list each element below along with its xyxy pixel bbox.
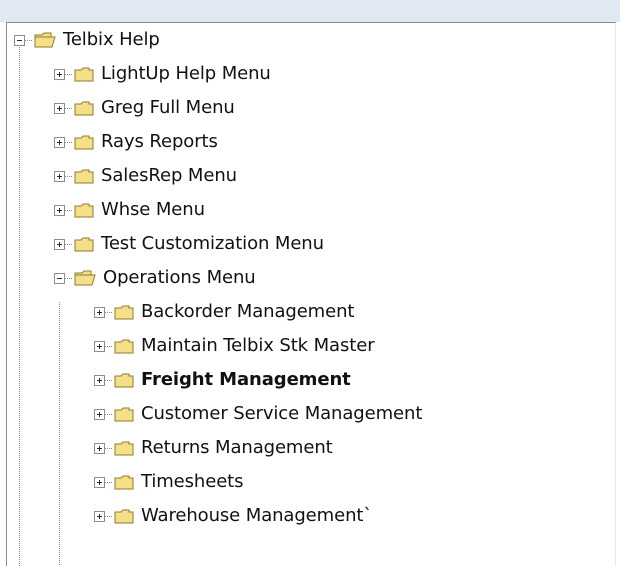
tree-node-label: Whse Menu (101, 199, 205, 220)
tree-node-greg-full-menu[interactable]: Greg Full Menu (54, 91, 235, 125)
tree-node-whse-menu[interactable]: Whse Menu (54, 193, 205, 227)
folder-icon (114, 441, 134, 456)
tree-node-freight-management[interactable]: Freight Management (94, 363, 351, 397)
tree-connector (105, 515, 113, 517)
expand-toggle-icon[interactable] (94, 340, 105, 352)
tree-connector (65, 243, 73, 245)
folder-icon (114, 475, 134, 490)
tree-node-rays-reports[interactable]: Rays Reports (54, 125, 218, 159)
expand-toggle-icon[interactable] (94, 306, 105, 318)
window-frame-top (0, 0, 620, 22)
expand-toggle-icon[interactable] (94, 510, 105, 522)
tree-connector (105, 345, 113, 347)
tree-connector (65, 209, 73, 211)
tree-guide-line-operations (59, 302, 60, 566)
expand-toggle-icon[interactable] (54, 136, 65, 148)
tree-connector (105, 481, 113, 483)
tree-connector (65, 141, 73, 143)
folder-icon (114, 373, 134, 388)
expand-toggle-icon[interactable] (54, 102, 65, 114)
tree-connector (65, 277, 73, 279)
tree-node-label: Freight Management (141, 369, 351, 390)
tree-node-customer-service-management[interactable]: Customer Service Management (94, 397, 422, 431)
open-folder-icon (74, 270, 96, 286)
folder-icon (114, 509, 134, 524)
tree-node-label: Maintain Telbix Stk Master (141, 335, 375, 356)
tree-node-label: Rays Reports (101, 131, 218, 152)
folder-icon (74, 101, 94, 116)
tree-node-backorder-management[interactable]: Backorder Management (94, 295, 354, 329)
folder-icon (74, 203, 94, 218)
tree-node-test-customization-menu[interactable]: Test Customization Menu (54, 227, 324, 261)
tree-node-warehouse-management[interactable]: Warehouse Management` (94, 499, 372, 533)
folder-icon (74, 67, 94, 82)
tree-node-returns-management[interactable]: Returns Management (94, 431, 333, 465)
tree-node-timesheets[interactable]: Timesheets (94, 465, 244, 499)
folder-icon (74, 169, 94, 184)
expand-toggle-icon[interactable] (94, 442, 105, 454)
tree-node-label: Returns Management (141, 437, 333, 458)
tree-connector (105, 413, 113, 415)
expand-toggle-icon[interactable] (54, 204, 65, 216)
collapse-toggle-icon[interactable] (54, 272, 65, 284)
tree-node-lightup-help-menu[interactable]: LightUp Help Menu (54, 57, 271, 91)
tree-connector (65, 73, 73, 75)
expand-toggle-icon[interactable] (94, 408, 105, 420)
tree-node-maintain-telbix-stk-master[interactable]: Maintain Telbix Stk Master (94, 329, 375, 363)
expand-toggle-icon[interactable] (54, 170, 65, 182)
folder-icon (74, 237, 94, 252)
tree-node-telbix-help[interactable]: Telbix Help (14, 23, 160, 57)
folder-icon (114, 339, 134, 354)
tree-node-label: LightUp Help Menu (101, 63, 271, 84)
tree-node-label: Test Customization Menu (101, 233, 324, 254)
tree-node-label: Warehouse Management` (141, 505, 373, 526)
tree-node-operations-menu[interactable]: Operations Menu (54, 261, 256, 295)
tree-connector (105, 311, 113, 313)
tree-connector (105, 379, 113, 381)
expand-toggle-icon[interactable] (54, 238, 65, 250)
folder-icon (114, 407, 134, 422)
tree-node-label: Greg Full Menu (101, 97, 235, 118)
tree-node-label: Timesheets (141, 471, 244, 492)
tree-connector (25, 39, 33, 41)
tree-connector (65, 175, 73, 177)
collapse-toggle-icon[interactable] (14, 34, 25, 46)
expand-toggle-icon[interactable] (94, 374, 105, 386)
expand-toggle-icon[interactable] (94, 476, 105, 488)
folder-icon (114, 305, 134, 320)
tree-node-label: Backorder Management (141, 301, 355, 322)
tree-connector (105, 447, 113, 449)
tree-connector (65, 107, 73, 109)
tree-node-label: Customer Service Management (141, 403, 423, 424)
open-folder-icon (34, 32, 56, 48)
tree-guide-line-root (19, 45, 20, 566)
tree-view[interactable]: Telbix Help LightUp Help Menu Greg Full … (6, 22, 616, 566)
folder-icon (74, 135, 94, 150)
tree-node-salesrep-menu[interactable]: SalesRep Menu (54, 159, 237, 193)
tree-node-label: Operations Menu (103, 267, 256, 288)
tree-node-label: Telbix Help (63, 29, 160, 50)
tree-node-label: SalesRep Menu (101, 165, 237, 186)
expand-toggle-icon[interactable] (54, 68, 65, 80)
